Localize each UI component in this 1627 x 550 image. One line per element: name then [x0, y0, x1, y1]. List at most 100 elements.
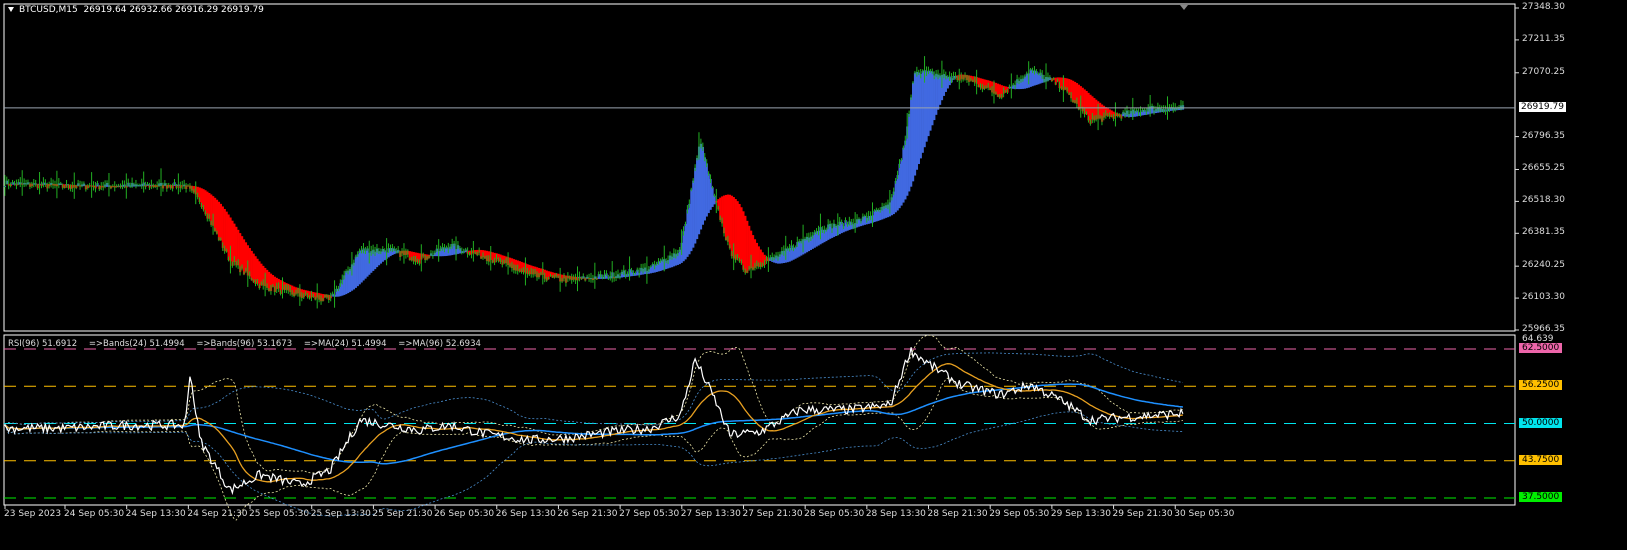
time-tick-label: 24 Sep 13:30: [125, 509, 186, 519]
time-tick-label: 24 Sep 21:30: [187, 509, 248, 519]
cloud-segment: [711, 187, 714, 207]
cloud-segment: [364, 250, 367, 279]
price-tick-label: 27070.25: [1522, 66, 1565, 77]
time-tick-label: 29 Sep 21:30: [1112, 509, 1173, 519]
cloud-segment: [935, 73, 938, 115]
cloud-segment: [904, 140, 907, 200]
cloud-segment: [748, 225, 751, 270]
time-tick-label: 30 Sep 05:30: [1174, 509, 1235, 519]
price-tick-label: 26103.30: [1522, 292, 1565, 303]
cloud-segment: [925, 71, 928, 142]
ma24-line: [4, 363, 1184, 483]
cloud-segment: [242, 239, 246, 275]
cloud-segment: [231, 220, 234, 266]
cloud-segment: [225, 211, 228, 252]
cloud-segment: [877, 209, 880, 221]
price-tick-label: 26518.30: [1522, 195, 1565, 206]
cloud-segment: [873, 210, 876, 222]
cloud-segment: [1029, 69, 1032, 87]
time-tick-label: 24 Sep 05:30: [64, 509, 125, 519]
cloud-segment: [746, 220, 749, 273]
dropdown-triangle-icon[interactable]: [8, 7, 14, 12]
rsi-value: RSI(96) 51.6912: [8, 339, 78, 349]
ma24-value: =>MA(24) 51.4994: [303, 339, 387, 349]
cloud-segment: [354, 256, 357, 288]
cloud-segment: [694, 167, 697, 244]
cloud-segment: [352, 262, 356, 290]
cloud-segment: [744, 215, 747, 273]
time-tick-label: 23 Sep 2023: [4, 509, 62, 519]
cloud-segment: [692, 180, 695, 248]
cloud-segment: [919, 73, 922, 159]
cloud-segment: [946, 76, 949, 89]
price-plot: [3, 56, 1515, 309]
cloud-segment: [921, 71, 924, 153]
cloud-segment: [699, 143, 703, 230]
cloud-segment: [1035, 71, 1038, 85]
cloud-segment: [250, 250, 253, 281]
ma96-value: =>MA(96) 52.6934: [398, 339, 481, 349]
time-tick-label: 28 Sep 05:30: [804, 509, 865, 519]
price-tick-label: 27348.30: [1522, 2, 1565, 12]
cloud-segment: [244, 242, 248, 272]
cloud-segment: [227, 214, 230, 261]
cloud-segment: [794, 247, 797, 259]
cloud-segment: [358, 250, 361, 285]
cloud-segment: [214, 197, 217, 232]
cloud-segment: [738, 203, 741, 262]
bands24-value: =>Bands(24) 51.4994: [88, 339, 185, 349]
cloud-segment: [894, 180, 897, 213]
time-tick-label: 25 Sep 21:30: [372, 509, 433, 519]
cloud-segment: [709, 178, 712, 210]
cloud-segment: [223, 208, 226, 251]
cloud-segment: [701, 146, 705, 225]
cloud-segment: [697, 146, 701, 235]
cloud-segment: [938, 75, 942, 105]
cloud-segment: [258, 261, 261, 289]
rsi-level-tag: 50.0000: [1519, 417, 1563, 428]
cloud-segment: [724, 194, 728, 240]
rsi-header: RSI(96) 51.6912 =>Bands(24) 51.4994 =>Ba…: [8, 339, 490, 349]
cloud-segment: [726, 194, 730, 242]
time-tick-label: 26 Sep 21:30: [557, 509, 618, 519]
cloud-segment: [356, 254, 359, 287]
cloud-segment: [366, 248, 369, 277]
cloud-segment: [911, 82, 915, 182]
cloud-segment: [751, 235, 755, 270]
time-tick-label: 26 Sep 05:30: [434, 509, 495, 519]
cloud-segment: [1077, 84, 1081, 110]
cloud-segment: [915, 71, 919, 170]
chart-shift-marker-icon[interactable]: [1180, 5, 1188, 10]
cloud-segment: [1089, 94, 1092, 124]
cloud-segment: [931, 71, 934, 126]
cloud-segment: [786, 248, 789, 263]
cloud-segment: [210, 194, 213, 225]
rsi-level-tag: 56.2500: [1519, 380, 1563, 391]
cloud-segment: [219, 203, 222, 241]
cloud-segment: [221, 206, 224, 248]
time-tick-label: 29 Sep 13:30: [1050, 509, 1111, 519]
cloud-segment: [736, 201, 739, 259]
cloud-segment: [929, 70, 932, 131]
cloud-segment: [682, 231, 685, 262]
chart-canvas[interactable]: [0, 0, 1627, 550]
cloud-segment: [913, 72, 917, 176]
cloud-segment: [1025, 73, 1028, 89]
cloud-segment: [1085, 90, 1088, 115]
time-tick-label: 27 Sep 13:30: [680, 509, 741, 519]
cloud-segment: [686, 209, 689, 257]
cloud-segment: [705, 163, 708, 217]
time-tick-label: 27 Sep 05:30: [619, 509, 680, 519]
cloud-segment: [937, 74, 940, 110]
cloud-segment: [690, 189, 693, 252]
time-tick-label: 25 Sep 05:30: [249, 509, 310, 519]
bands24-lower: [4, 377, 1184, 521]
cloud-segment: [898, 163, 901, 209]
close-value: 26919.79: [220, 5, 264, 15]
cloud-segment: [345, 271, 348, 295]
bands96-value: =>Bands(96) 53.1673: [196, 339, 293, 349]
cloud-segment: [804, 238, 807, 254]
cloud-segment: [933, 75, 936, 121]
high-value: 26932.66: [129, 5, 173, 15]
cloud-segment: [235, 226, 238, 266]
